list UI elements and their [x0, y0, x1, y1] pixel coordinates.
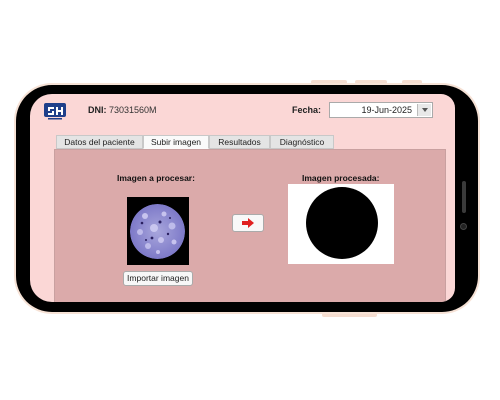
dni-label: DNI:	[88, 105, 107, 115]
app-logo-icon	[44, 103, 66, 120]
phone-button	[322, 313, 377, 317]
phone-camera	[460, 223, 467, 230]
tab-subir-imagen[interactable]: Subir imagen	[143, 135, 209, 149]
tab-label: Datos del paciente	[64, 137, 135, 147]
tab-label: Subir imagen	[150, 137, 202, 147]
process-button[interactable]	[232, 214, 264, 232]
phone-button	[402, 80, 422, 84]
phone-button	[355, 80, 387, 84]
phone-speaker	[462, 181, 466, 213]
chevron-down-icon[interactable]	[417, 104, 431, 116]
import-image-button[interactable]: Importar imagen	[123, 271, 193, 286]
app-screen: DNI: 73031560M Fecha: 19-Jun-2025 Datos …	[30, 94, 455, 302]
source-image	[127, 197, 189, 265]
tab-datos-paciente[interactable]: Datos del paciente	[56, 135, 143, 149]
date-picker[interactable]: 19-Jun-2025	[329, 102, 433, 118]
processed-image-mask	[306, 187, 378, 259]
tab-resultados[interactable]: Resultados	[209, 135, 270, 149]
output-image-label: Imagen procesada:	[302, 173, 380, 183]
date-label: Fecha:	[292, 105, 322, 115]
tab-diagnostico[interactable]: Diagnóstico	[270, 135, 334, 149]
source-image-label: Imagen a procesar:	[117, 173, 195, 183]
phone-camera-bar	[454, 143, 478, 258]
right-arrow-icon	[242, 218, 254, 228]
date-value: 19-Jun-2025	[361, 105, 412, 115]
dni-value: 73031560M	[109, 105, 157, 115]
processed-image	[288, 184, 394, 264]
phone-button	[311, 80, 347, 84]
tab-label: Diagnóstico	[279, 137, 325, 147]
tab-label: Resultados	[218, 137, 261, 147]
